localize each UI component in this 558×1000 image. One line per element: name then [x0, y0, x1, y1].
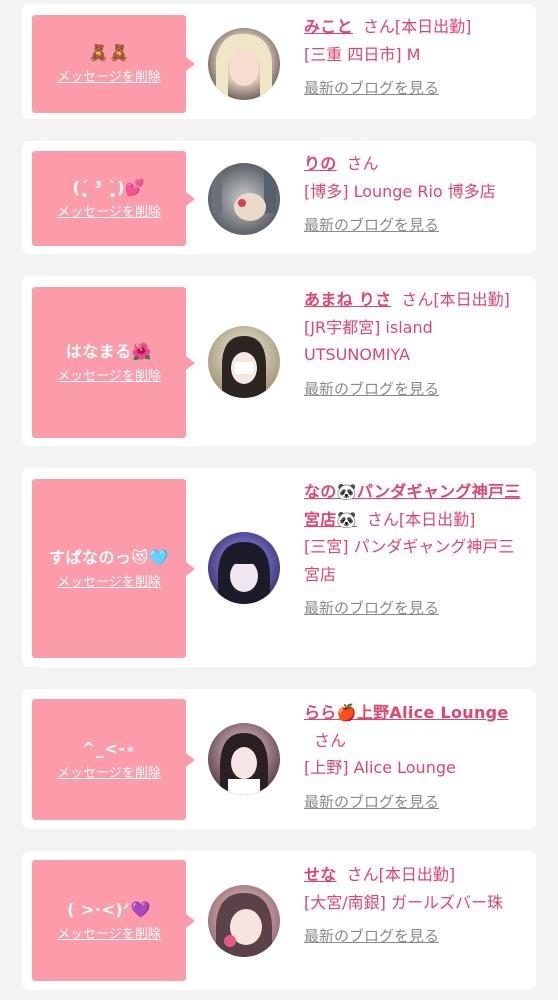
cast-info: みこと さん[本日出勤] [三重 四日市] M 最新のブログを見る [304, 13, 522, 98]
honorific: さん [401, 290, 434, 309]
status-text: [本日出勤] [378, 865, 456, 884]
message-text: はなまる🌺 [65, 341, 153, 361]
delete-message-link[interactable]: メッセージを削除 [57, 369, 161, 385]
delete-message-link[interactable]: メッセージを削除 [57, 70, 161, 86]
message-bubble: (ˊ̥̥̥̥̥ ³ ˋ̥̥̥̥̥)💕 メッセージを削除 [32, 151, 195, 246]
cast-name-link[interactable]: りの [304, 154, 337, 173]
shop-text: [JR宇都宮] island UTSUNOMIYA [304, 317, 433, 365]
view-blog-link[interactable]: 最新のブログを見る [304, 78, 522, 98]
shop-text: [三重 四日市] M [304, 44, 421, 64]
view-blog-link[interactable]: 最新のブログを見る [304, 598, 522, 618]
message-text: 🧸🧸 [88, 43, 130, 62]
delete-message-link[interactable]: メッセージを削除 [57, 766, 161, 782]
status-text: [本日出勤] [394, 17, 472, 36]
view-blog-link[interactable]: 最新のブログを見る [304, 926, 522, 946]
view-blog-link[interactable]: 最新のブログを見る [304, 379, 522, 399]
cast-name-link[interactable]: あまね りさ [304, 290, 391, 309]
message-text: すぱなのっ😻🩵 [48, 547, 170, 567]
status-text: [本日出勤] [433, 290, 510, 309]
cast-info: あまね りさ さん[本日出勤] [JR宇都宮] island UTSUNOMIYA… [304, 286, 522, 399]
cast-info: らら🍎上野Alice Lounge さん [上野] Alice Lounge 最新… [304, 699, 522, 812]
avatar[interactable] [208, 163, 280, 235]
honorific: さん [346, 865, 379, 884]
avatar[interactable] [208, 723, 280, 795]
list-item: ( >·<)ᐟ💜 メッセージを削除 せな さん[本日出勤] [大宮/南銀] ガール… [22, 851, 536, 990]
cast-name-link[interactable]: みこと [304, 17, 353, 36]
honorific: さん [314, 730, 347, 750]
honorific: さん [366, 509, 399, 529]
list-item: 🧸🧸 メッセージを削除 みこと さん[本日出勤] [三重 四日市] M 最新のブロ… [22, 4, 536, 119]
cast-info: りの さん [博多] Lounge Rio 博多店 最新のブログを見る [304, 150, 522, 235]
message-text: ( >·<)ᐟ💜 [67, 899, 151, 919]
avatar[interactable] [208, 532, 280, 604]
message-text: (ˊ̥̥̥̥̥ ³ ˋ̥̥̥̥̥)💕 [72, 177, 146, 197]
avatar[interactable] [208, 326, 280, 398]
shop-text: [三宮] パンダギャング神戸三宮店 [304, 537, 515, 584]
delete-message-link[interactable]: メッセージを削除 [57, 575, 161, 591]
list-item: ^_<-⋆ メッセージを削除 らら🍎上野Alice Lounge さん [上野] … [22, 689, 536, 829]
cast-name-link[interactable]: らら🍎上野Alice Lounge [304, 703, 509, 722]
view-blog-link[interactable]: 最新のブログを見る [304, 792, 522, 812]
message-bubble: すぱなのっ😻🩵 メッセージを削除 [32, 479, 195, 658]
view-blog-link[interactable]: 最新のブログを見る [304, 215, 522, 235]
message-bubble: はなまる🌺 メッセージを削除 [32, 287, 195, 438]
cast-name-link[interactable]: せな [304, 865, 337, 884]
message-text: ^_<-⋆ [82, 738, 136, 758]
list-item: はなまる🌺 メッセージを削除 あまね りさ さん[本日出勤] [JR宇都宮] is… [22, 276, 536, 446]
list-item: すぱなのっ😻🩵 メッセージを削除 なの🐼パンダギャング神戸三宮店🐼 さん[本日出勤… [22, 468, 536, 667]
avatar[interactable] [208, 28, 280, 100]
message-bubble: 🧸🧸 メッセージを削除 [32, 15, 195, 113]
honorific: さん [362, 17, 395, 36]
message-list: 🧸🧸 メッセージを削除 みこと さん[本日出勤] [三重 四日市] M 最新のブロ… [0, 0, 558, 1000]
cast-info: なの🐼パンダギャング神戸三宮店🐼 さん[本日出勤] [三宮] パンダギャング神戸三… [304, 478, 522, 618]
shop-text: [大宮/南銀] ガールズバー珠 [304, 892, 503, 912]
avatar[interactable] [208, 885, 280, 957]
list-item: (ˊ̥̥̥̥̥ ³ ˋ̥̥̥̥̥)💕 メッセージを削除 りの さん [博多] Lo… [22, 141, 536, 254]
shop-text: [博多] Lounge Rio 博多店 [304, 181, 496, 201]
delete-message-link[interactable]: メッセージを削除 [57, 205, 161, 221]
delete-message-link[interactable]: メッセージを削除 [57, 927, 161, 943]
message-bubble: ^_<-⋆ メッセージを削除 [32, 699, 195, 820]
status-text: [本日出勤] [398, 509, 476, 529]
honorific: さん [346, 154, 379, 173]
message-bubble: ( >·<)ᐟ💜 メッセージを削除 [32, 860, 195, 981]
cast-info: せな さん[本日出勤] [大宮/南銀] ガールズバー珠 最新のブログを見る [304, 861, 522, 946]
shop-text: [上野] Alice Lounge [304, 758, 456, 777]
